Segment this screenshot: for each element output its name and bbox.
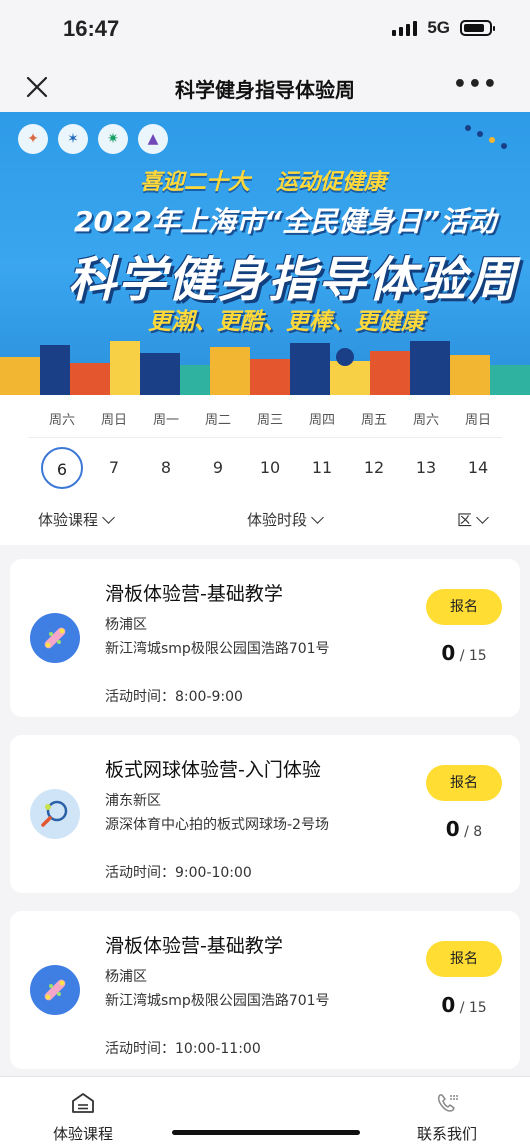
course-time: 活动时间：9:00-10:00 [105,865,252,881]
signup-button[interactable]: 报名 [426,589,502,625]
home-indicator [172,1130,360,1135]
signup-button[interactable]: 报名 [426,765,502,801]
date-row: 6 7 8 9 10 11 12 13 14 [36,447,506,489]
weekday-label: 周日 [100,413,127,428]
banner-subline: 更潮、更酷、更棒、更健康 [148,309,424,335]
banner-event-line: 2022年上海市“全民健身日”活动 [74,205,496,238]
course-time: 活动时间：8:00-9:00 [105,689,243,705]
course-district: 杨浦区 [105,617,147,633]
logo-icon: ▲ [138,124,168,154]
period-filter-label: 体验时段 [247,511,308,529]
banner-skyline-graphic [0,341,530,395]
weekday-label: 周六 [412,413,439,428]
course-card[interactable]: 滑板体验营-基础教学 杨浦区 新江湾城smp极限公园国浩路701号 活动时间：8… [10,559,520,717]
district-filter-label: 区 [457,511,473,529]
date-item-selected[interactable]: 6 [41,447,83,489]
chevron-down-icon [311,510,324,524]
event-banner: ✦ ✶ ✷ ▲ 喜迎二十大 运动促健康 2022年上海市“全民健身日”活动 科学健… [0,112,530,395]
date-item[interactable]: 14 [452,447,504,489]
page-title: 科学健身指导体验周 [175,78,355,102]
status-bar: 16:47 5G [0,0,530,62]
date-item[interactable]: 8 [140,447,192,489]
weekday-label: 周四 [308,413,335,428]
tab-contact-label: 联系我们 [416,1125,477,1143]
weekday-label: 周五 [360,413,387,428]
period-filter-dropdown[interactable]: 体验时段 [247,509,324,530]
logo-icon: ✶ [58,124,88,154]
bottom-tab-bar: 体验课程 联系我们 [0,1076,530,1147]
date-item[interactable]: 12 [348,447,400,489]
tab-contact[interactable]: 联系我们 [392,1091,502,1144]
course-filter-dropdown[interactable]: 体验课程 [38,509,115,530]
enrollment-count: 0 / 15 [441,641,487,665]
date-item[interactable]: 11 [296,447,348,489]
tab-courses-label: 体验课程 [52,1125,113,1143]
weekday-row: 周六 周日 周一 周二 周三 周四 周五 周六 周日 [36,409,506,428]
weekday-label: 周二 [204,413,231,428]
clock: 16:47 [63,16,120,41]
skateboard-icon [30,613,80,663]
logo-icon: ✷ [98,124,128,154]
weekday-label: 周三 [256,413,283,428]
chevron-down-icon [102,510,115,524]
filter-bar: 体验课程 体验时段 区 [0,509,530,539]
divider [28,437,502,438]
weekday-label: 周一 [152,413,179,428]
phone-icon [437,1094,458,1112]
course-card[interactable]: 滑板体验营-基础教学 杨浦区 新江湾城smp极限公园国浩路701号 活动时间：1… [10,911,520,1069]
date-picker: 周六 周日 周一 周二 周三 周四 周五 周六 周日 6 7 8 9 10 11… [0,395,530,545]
course-address: 新江湾城smp极限公园国浩路701号 [105,641,330,657]
tennis-icon [30,789,80,839]
district-filter-dropdown[interactable]: 区 [457,509,489,530]
home-icon [72,1093,94,1113]
course-district: 浦东新区 [105,793,161,809]
weekday-label: 周六 [48,413,75,428]
course-district: 杨浦区 [105,969,147,985]
date-item[interactable]: 10 [244,447,296,489]
network-label: 5G [427,18,450,37]
course-address: 源深体育中心拍的板式网球场-2号场 [105,817,329,833]
signal-icon [392,20,418,36]
decor-dots-icon [465,125,507,149]
weekday-label: 周日 [464,413,491,428]
course-name: 滑板体验营-基础教学 [105,583,283,605]
date-item[interactable]: 9 [192,447,244,489]
course-address: 新江湾城smp极限公园国浩路701号 [105,993,330,1009]
nav-bar: 科学健身指导体验周 ••• [0,62,530,112]
course-name: 滑板体验营-基础教学 [105,935,283,957]
skateboard-icon [30,965,80,1015]
tab-courses[interactable]: 体验课程 [28,1091,138,1144]
course-card[interactable]: 板式网球体验营-入门体验 浦东新区 源深体育中心拍的板式网球场-2号场 活动时间… [10,735,520,893]
course-time: 活动时间：10:00-11:00 [105,1041,261,1057]
date-item[interactable]: 13 [400,447,452,489]
date-item[interactable]: 7 [88,447,140,489]
enrollment-count: 0 / 8 [445,817,483,841]
enrollment-count: 0 / 15 [441,993,487,1017]
course-name: 板式网球体验营-入门体验 [105,759,321,781]
signup-button[interactable]: 报名 [426,941,502,977]
course-filter-label: 体验课程 [38,511,99,529]
logo-icon: ✦ [18,124,48,154]
battery-icon [460,20,495,36]
banner-slogan: 喜迎二十大 运动促健康 [140,170,387,195]
banner-headline: 科学健身指导体验周 [68,252,519,308]
more-icon[interactable]: ••• [453,72,498,97]
chevron-down-icon [476,510,489,524]
